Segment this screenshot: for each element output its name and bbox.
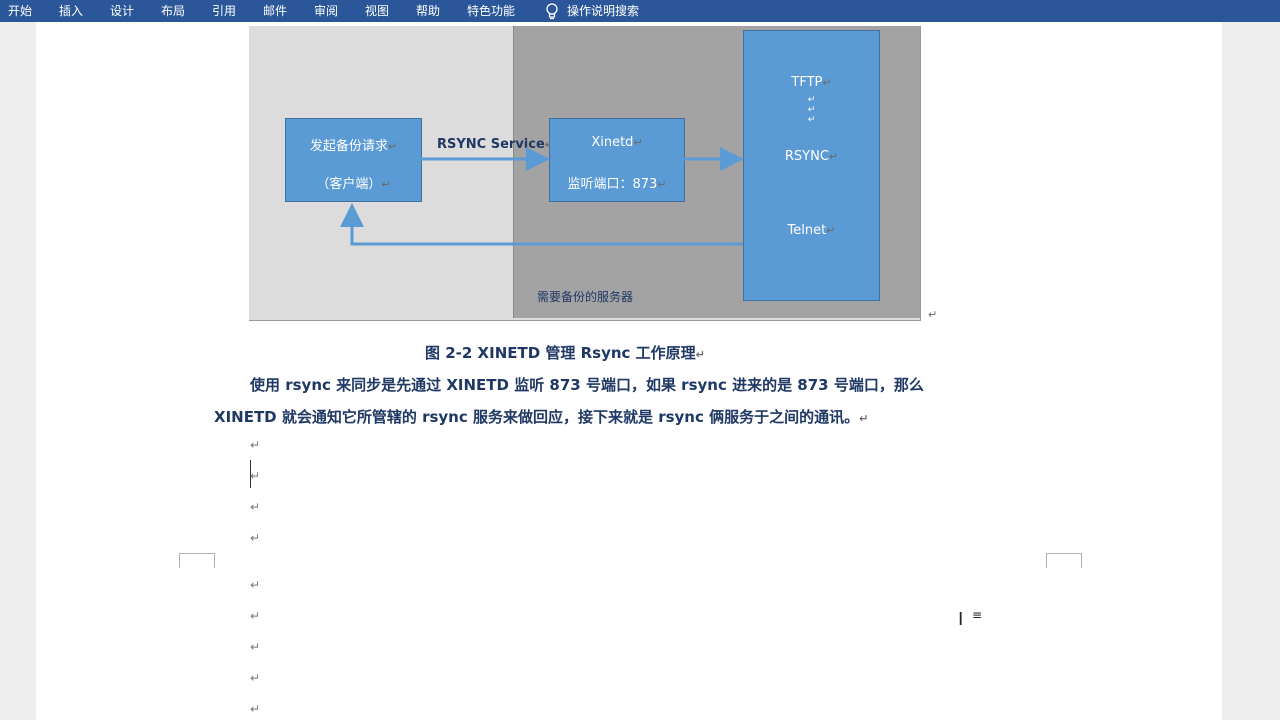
paragraph-mark: ↵ (250, 469, 261, 483)
paragraph-mark: ↵ (250, 671, 261, 685)
figure-return-mark: ↵ (928, 308, 938, 321)
paragraph-line-1: 使用 rsync 来同步是先通过 XINETD 监听 873 号端口，如果 rs… (250, 376, 924, 394)
margin-marker-right (1046, 553, 1082, 568)
figure-caption: 图 2-2 XINETD 管理 Rsync 工作原理↵ (425, 344, 705, 362)
ibeam-cursor-icon: I (958, 609, 964, 630)
paragraph-align-icon: ≡ (972, 608, 983, 622)
paragraph-mark: ↵ (250, 438, 261, 452)
paragraph-mark: ↵ (250, 640, 261, 654)
paragraph-mark: ↵ (250, 609, 261, 623)
paragraph-mark: ↵ (250, 702, 261, 716)
text-cursor (250, 460, 251, 488)
paragraph-mark: ↵ (250, 531, 261, 545)
paragraph-mark: ↵ (250, 578, 261, 592)
arrow-return-to-client (340, 203, 743, 246)
margin-marker-left (179, 553, 215, 568)
paragraph-line-2: XINETD 就会通知它所管辖的 rsync 服务来做回应，接下来就是 rsyn… (214, 408, 869, 426)
paragraph-mark: ↵ (250, 500, 261, 514)
